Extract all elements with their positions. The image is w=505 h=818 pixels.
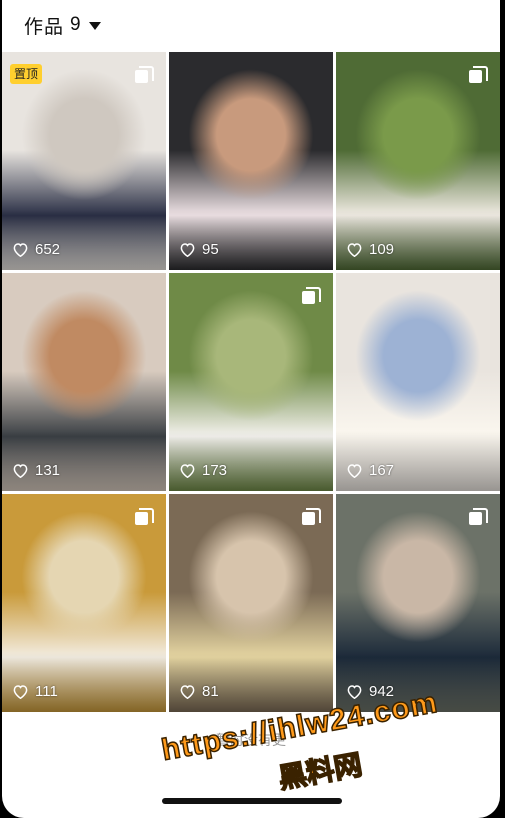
like-count: 131 bbox=[12, 462, 60, 479]
dropdown-caret-icon[interactable] bbox=[88, 22, 101, 30]
post-tile[interactable]: 942 bbox=[336, 494, 500, 712]
heart-icon bbox=[347, 243, 362, 257]
like-count-value: 942 bbox=[369, 683, 395, 700]
multi-image-icon bbox=[135, 66, 154, 83]
heart-icon bbox=[347, 685, 362, 699]
multi-image-icon bbox=[302, 508, 321, 525]
like-count: 81 bbox=[179, 683, 219, 700]
like-count-value: 652 bbox=[35, 241, 61, 258]
works-count: 9 bbox=[70, 14, 81, 35]
multi-image-icon bbox=[302, 287, 321, 304]
like-count-value: 167 bbox=[369, 462, 395, 479]
heart-icon bbox=[13, 464, 28, 478]
like-count-value: 173 bbox=[202, 462, 228, 479]
no-more-content-text: 暂时没有更 bbox=[216, 733, 286, 749]
pinned-badge: 置顶 bbox=[10, 64, 43, 84]
post-tile[interactable]: 111 bbox=[2, 494, 166, 712]
post-tile[interactable]: 109 bbox=[336, 52, 500, 270]
like-count: 167 bbox=[346, 462, 394, 479]
heart-icon bbox=[347, 464, 362, 478]
heart-icon bbox=[180, 464, 195, 478]
post-tile[interactable]: 81 bbox=[169, 494, 333, 712]
post-tile[interactable]: 95 bbox=[169, 52, 333, 270]
multi-image-icon bbox=[469, 66, 488, 83]
like-count-value: 109 bbox=[369, 241, 395, 258]
works-grid: 置顶 652 95 109 131 173 167 111 81 942 bbox=[2, 52, 500, 712]
like-count: 652 bbox=[12, 241, 60, 258]
home-indicator[interactable] bbox=[162, 798, 342, 804]
post-tile[interactable]: 173 bbox=[169, 273, 333, 491]
multi-image-icon bbox=[135, 508, 154, 525]
works-header[interactable]: 作品 9 bbox=[2, 0, 500, 50]
heart-icon bbox=[13, 685, 28, 699]
post-tile[interactable]: 167 bbox=[336, 273, 500, 491]
like-count: 173 bbox=[179, 462, 227, 479]
like-count-value: 95 bbox=[202, 241, 219, 258]
like-count: 942 bbox=[346, 683, 394, 700]
post-tile[interactable]: 131 bbox=[2, 273, 166, 491]
post-tile[interactable]: 置顶 652 bbox=[2, 52, 166, 270]
heart-icon bbox=[13, 243, 28, 257]
multi-image-icon bbox=[469, 508, 488, 525]
like-count: 111 bbox=[12, 683, 58, 700]
like-count-value: 111 bbox=[35, 683, 58, 700]
heart-icon bbox=[180, 685, 195, 699]
like-count: 109 bbox=[346, 241, 394, 258]
like-count-value: 131 bbox=[35, 462, 61, 479]
like-count-value: 81 bbox=[202, 683, 219, 700]
like-count: 95 bbox=[179, 241, 219, 258]
heart-icon bbox=[180, 243, 195, 257]
profile-works-screen: 作品 9 置顶 652 95 109 131 173 167 111 81 94… bbox=[2, 0, 500, 818]
works-title: 作品 bbox=[24, 15, 65, 38]
